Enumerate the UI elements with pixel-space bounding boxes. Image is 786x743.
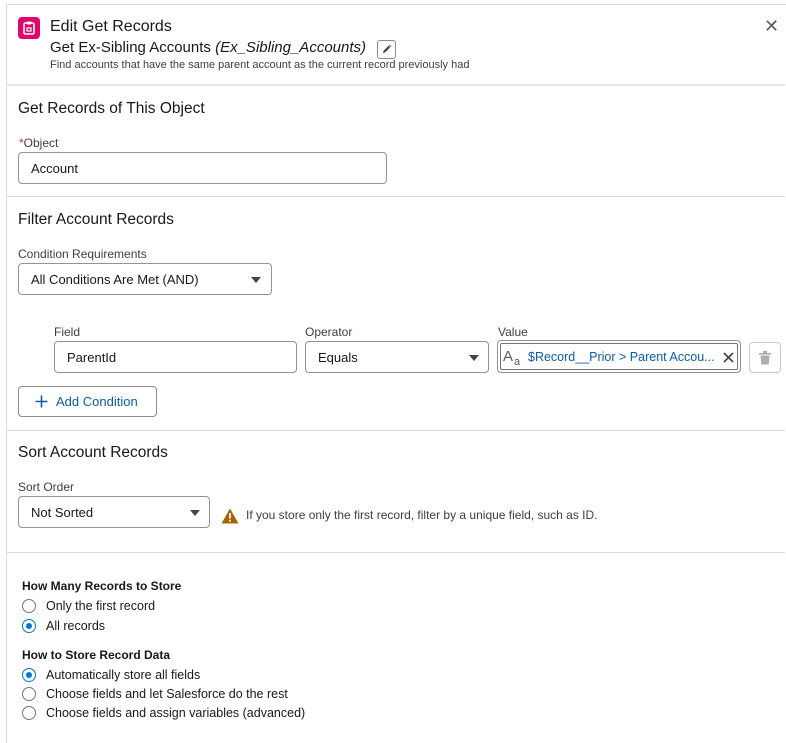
value-resource-pill[interactable]: A a $Record__Prior > Parent Accou... <box>497 340 741 373</box>
element-label: Get Ex-Sibling Accounts <box>50 39 211 56</box>
condition-requirements-label: Condition Requirements <box>18 247 147 261</box>
sort-warning-text: If you store only the first record, filt… <box>246 508 598 522</box>
edit-properties-button[interactable] <box>377 40 396 59</box>
condition-requirements-value: All Conditions Are Met (AND) <box>31 271 199 287</box>
radio-auto-store-fields-label: Automatically store all fields <box>46 668 201 682</box>
section-divider <box>7 430 785 431</box>
radio-only-first-record-label: Only the first record <box>46 599 156 613</box>
how-to-store-label: How to Store Record Data <box>22 648 171 662</box>
section-divider <box>7 196 785 197</box>
radio-only-first-record[interactable] <box>22 599 36 613</box>
operator-select[interactable]: Equals <box>305 341 489 373</box>
field-column-label: Field <box>54 325 81 339</box>
filter-section-title: Filter Account Records <box>18 211 174 228</box>
element-description: Find accounts that have the same parent … <box>50 59 470 71</box>
value-resource-text: $Record__Prior > Parent Accou... <box>528 350 715 364</box>
chevron-down-icon <box>251 277 261 283</box>
warning-icon <box>221 508 239 524</box>
svg-text:A: A <box>503 348 513 365</box>
object-input[interactable]: Account <box>18 152 387 184</box>
header-divider <box>7 84 785 86</box>
add-condition-button[interactable]: Add Condition <box>18 386 157 417</box>
operator-value: Equals <box>318 349 358 365</box>
element-label-line: Get Ex-Sibling Accounts (Ex_Sibling_Acco… <box>50 39 366 56</box>
radio-choose-fields-salesforce[interactable] <box>22 687 36 701</box>
modal-title: Edit Get Records <box>50 18 172 35</box>
sort-section-title: Sort Account Records <box>18 444 168 461</box>
object-section-title: Get Records of This Object <box>18 100 205 117</box>
radio-all-records-label: All records <box>46 619 106 633</box>
section-divider <box>7 552 785 553</box>
radio-all-records[interactable] <box>22 619 36 633</box>
object-label: *Object <box>19 136 59 150</box>
sort-order-value: Not Sorted <box>31 504 94 520</box>
element-api-name: (Ex_Sibling_Accounts) <box>215 39 367 56</box>
trash-icon <box>759 351 771 365</box>
chevron-down-icon <box>190 510 200 516</box>
condition-requirements-select[interactable]: All Conditions Are Met (AND) <box>18 263 272 295</box>
chevron-down-icon <box>469 355 479 361</box>
sort-order-select[interactable]: Not Sorted <box>18 496 210 528</box>
sort-order-label: Sort Order <box>18 480 75 494</box>
delete-condition-button[interactable] <box>749 342 781 373</box>
svg-text:a: a <box>514 356 521 366</box>
operator-column-label: Operator <box>305 325 353 339</box>
field-input[interactable]: ParentId <box>54 341 297 373</box>
radio-choose-fields-assign-variables[interactable] <box>22 706 36 720</box>
how-many-records-label: How Many Records to Store <box>22 579 182 593</box>
value-column-label: Value <box>498 325 528 339</box>
pencil-icon <box>383 44 392 53</box>
plus-icon <box>35 395 48 408</box>
radio-choose-fields-assign-variables-label: Choose fields and assign variables (adva… <box>46 706 306 720</box>
get-records-icon <box>18 17 40 39</box>
add-condition-label: Add Condition <box>56 394 138 409</box>
clear-icon[interactable] <box>723 352 734 363</box>
text-type-icon: A a <box>503 348 521 366</box>
radio-auto-store-fields[interactable] <box>22 668 36 682</box>
radio-choose-fields-salesforce-label: Choose fields and let Salesforce do the … <box>46 687 288 701</box>
close-icon[interactable]: ✕ <box>764 17 779 35</box>
